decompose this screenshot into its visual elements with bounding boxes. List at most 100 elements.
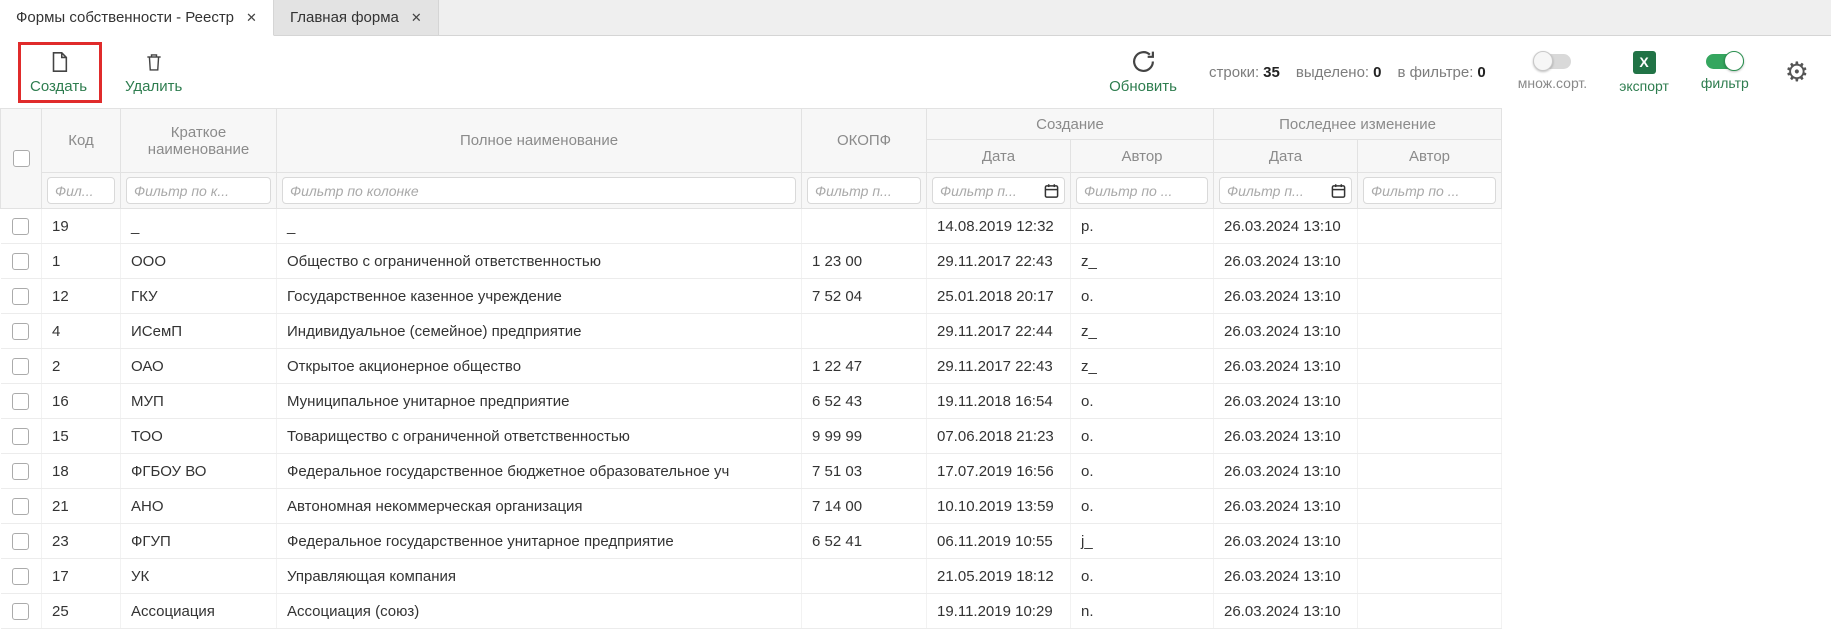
cell-changed-date: 26.03.2024 13:10 [1214, 594, 1358, 629]
column-header-created-date[interactable]: Дата [927, 140, 1071, 173]
rows-count: строки:35 [1209, 64, 1280, 81]
row-checkbox[interactable] [12, 393, 29, 410]
cell-created-author: z_ [1071, 349, 1214, 384]
cell-changed-author [1358, 489, 1502, 524]
calendar-icon[interactable] [1331, 183, 1346, 198]
filter-input-full-name[interactable] [282, 177, 796, 204]
group-header-last-change: Последнее изменение [1214, 109, 1502, 140]
cell-created-date: 25.01.2018 20:17 [927, 279, 1071, 314]
cell-code: 25 [42, 594, 121, 629]
export-button[interactable]: X экспорт [1619, 51, 1669, 94]
column-header-created-author[interactable]: Автор [1071, 140, 1214, 173]
table-row[interactable]: 25 Ассоциация Ассоциация (союз) 19.11.20… [1, 594, 1502, 629]
filter-input-okopf[interactable] [807, 177, 921, 204]
settings-gear-icon[interactable]: ⚙ [1785, 59, 1809, 86]
cell-created-author: o. [1071, 384, 1214, 419]
cell-created-author: o. [1071, 559, 1214, 594]
cell-code: 21 [42, 489, 121, 524]
calendar-icon[interactable] [1044, 183, 1059, 198]
table-row[interactable]: 2 ОАО Открытое акционерное общество 1 22… [1, 349, 1502, 384]
select-all-checkbox[interactable] [13, 150, 30, 167]
row-checkbox[interactable] [12, 288, 29, 305]
cell-code: 15 [42, 419, 121, 454]
tab-forms-of-ownership-registry[interactable]: Формы собственности - Реестр ✕ [0, 0, 274, 36]
cell-created-date: 07.06.2018 21:23 [927, 419, 1071, 454]
table-row[interactable]: 4 ИСемП Индивидуальное (семейное) предпр… [1, 314, 1502, 349]
row-checkbox[interactable] [12, 568, 29, 585]
cell-changed-date: 26.03.2024 13:10 [1214, 279, 1358, 314]
excel-export-icon: X [1633, 51, 1656, 74]
cell-code: 1 [42, 244, 121, 279]
cell-okopf: 6 52 43 [802, 384, 927, 419]
filtered-count: в фильтре:0 [1397, 64, 1485, 81]
cell-okopf [802, 594, 927, 629]
filter-input-changed-author[interactable] [1363, 177, 1496, 204]
refresh-button-label: Обновить [1109, 78, 1177, 95]
delete-button[interactable]: Удалить [125, 50, 182, 95]
cell-changed-author [1358, 559, 1502, 594]
cell-changed-author [1358, 384, 1502, 419]
filter-input-code[interactable] [47, 177, 115, 204]
table-row[interactable]: 15 ТОО Товарищество с ограниченной ответ… [1, 419, 1502, 454]
cell-short-name: ГКУ [121, 279, 277, 314]
row-checkbox-cell [1, 384, 42, 419]
column-header-okopf[interactable]: ОКОПФ [802, 109, 927, 173]
cell-full-name: Ассоциация (союз) [277, 594, 802, 629]
column-header-code[interactable]: Код [42, 109, 121, 173]
filter-toggle[interactable] [1706, 54, 1744, 69]
filter-input-short-name[interactable] [126, 177, 271, 204]
column-header-changed-date[interactable]: Дата [1214, 140, 1358, 173]
table-row[interactable]: 12 ГКУ Государственное казенное учрежден… [1, 279, 1502, 314]
row-checkbox[interactable] [12, 358, 29, 375]
cell-created-date: 29.11.2017 22:43 [927, 349, 1071, 384]
table-row[interactable]: 19 _ _ 14.08.2019 12:32 p. 26.03.2024 13… [1, 209, 1502, 244]
column-header-changed-author[interactable]: Автор [1358, 140, 1502, 173]
filter-label: фильтр [1701, 75, 1749, 91]
cell-short-name: Ассоциация [121, 594, 277, 629]
close-icon[interactable]: ✕ [411, 11, 422, 24]
row-checkbox-cell [1, 419, 42, 454]
tab-main-form[interactable]: Главная форма ✕ [274, 0, 439, 35]
cell-changed-author [1358, 524, 1502, 559]
row-checkbox-cell [1, 244, 42, 279]
table-row[interactable]: 18 ФГБОУ ВО Федеральное государственное … [1, 454, 1502, 489]
column-header-full-name[interactable]: Полное наименование [277, 109, 802, 173]
tab-label: Формы собственности - Реестр [16, 9, 234, 26]
table-row[interactable]: 21 АНО Автономная некоммерческая организ… [1, 489, 1502, 524]
cell-okopf: 1 23 00 [802, 244, 927, 279]
column-header-short-name[interactable]: Краткое наименование [121, 109, 277, 173]
cell-changed-date: 26.03.2024 13:10 [1214, 384, 1358, 419]
row-checkbox-cell [1, 209, 42, 244]
row-checkbox[interactable] [12, 323, 29, 340]
row-checkbox[interactable] [12, 218, 29, 235]
close-icon[interactable]: ✕ [246, 11, 257, 24]
row-checkbox[interactable] [12, 533, 29, 550]
cell-code: 19 [42, 209, 121, 244]
cell-created-date: 17.07.2019 16:56 [927, 454, 1071, 489]
row-checkbox[interactable] [12, 498, 29, 515]
table-row[interactable]: 16 МУП Муниципальное унитарное предприят… [1, 384, 1502, 419]
table-row[interactable]: 17 УК Управляющая компания 21.05.2019 18… [1, 559, 1502, 594]
row-checkbox[interactable] [12, 428, 29, 445]
cell-okopf: 7 14 00 [802, 489, 927, 524]
cell-changed-date: 26.03.2024 13:10 [1214, 419, 1358, 454]
cell-changed-author [1358, 314, 1502, 349]
cell-created-date: 29.11.2017 22:43 [927, 244, 1071, 279]
filter-input-created-author[interactable] [1076, 177, 1208, 204]
create-button[interactable]: Создать [30, 50, 87, 95]
cell-short-name: ИСемП [121, 314, 277, 349]
create-button-label: Создать [30, 78, 87, 95]
multisort-toggle[interactable] [1533, 54, 1571, 69]
row-checkbox[interactable] [12, 603, 29, 620]
row-checkbox[interactable] [12, 463, 29, 480]
cell-short-name: ООО [121, 244, 277, 279]
group-header-creation: Создание [927, 109, 1214, 140]
cell-changed-date: 26.03.2024 13:10 [1214, 489, 1358, 524]
row-checkbox[interactable] [12, 253, 29, 270]
refresh-button[interactable]: Обновить [1109, 49, 1177, 95]
cell-created-author: o. [1071, 419, 1214, 454]
table-row[interactable]: 23 ФГУП Федеральное государственное унит… [1, 524, 1502, 559]
trash-icon [144, 50, 164, 74]
table-row[interactable]: 1 ООО Общество с ограниченной ответствен… [1, 244, 1502, 279]
cell-changed-author [1358, 594, 1502, 629]
